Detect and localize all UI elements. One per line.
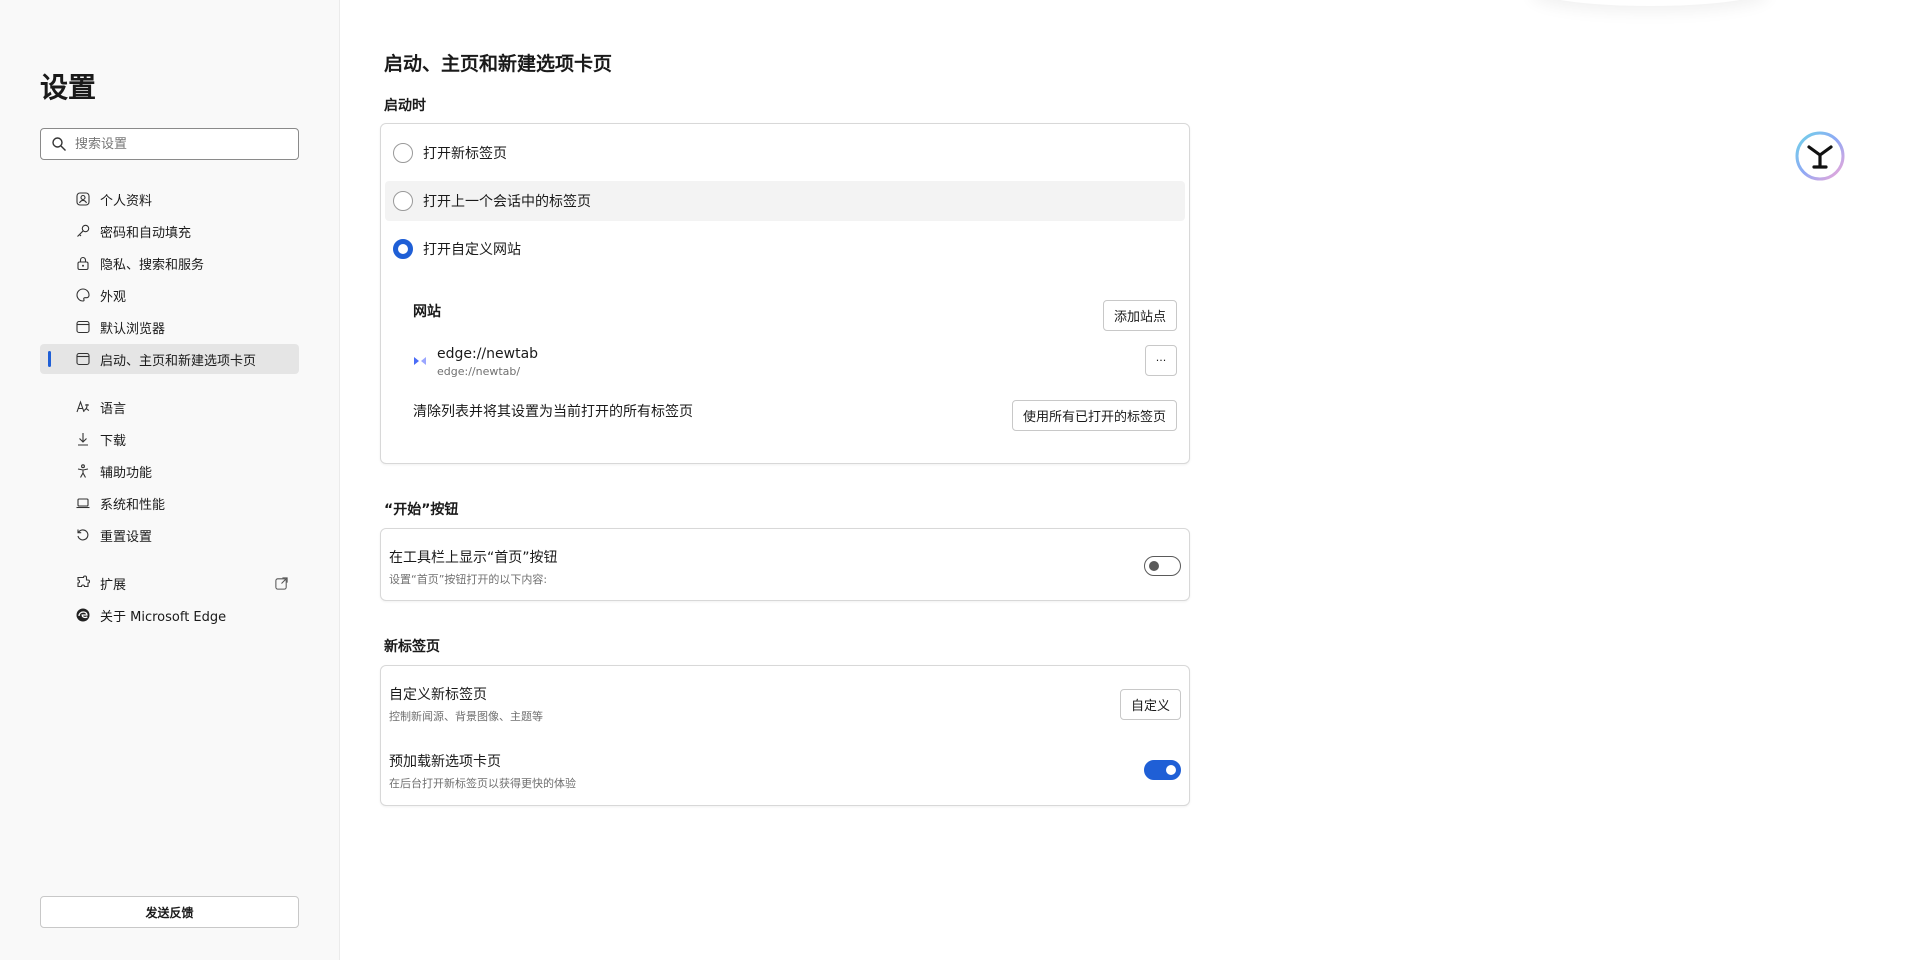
sidebar-item-default-browser[interactable]: 默认浏览器: [40, 312, 299, 342]
sidebar-title: 设置: [40, 71, 97, 104]
download-icon: [78, 433, 88, 446]
sidebar-item-startup-home-newtab[interactable]: 启动、主页和新建选项卡页: [40, 344, 299, 374]
site-name: edge://newtab: [437, 346, 539, 362]
startup-option-previous-session[interactable]: 打开上一个会话中的标签页: [385, 181, 1185, 221]
home-button-title: 在工具栏上显示“首页”按钮: [389, 550, 558, 566]
preload-new-tab-toggle[interactable]: [1144, 760, 1181, 780]
customize-new-tab-subtitle: 控制新闻源、背景图像、主题等: [389, 710, 543, 723]
toggle-knob: [1166, 765, 1176, 775]
use-open-tabs-button[interactable]: 使用所有已打开的标签页: [1011, 400, 1177, 431]
language-icon: [76, 400, 90, 413]
startup-card: 打开新标签页 打开上一个会话中的标签页 打开自定义网站 网站 添加站点 edge…: [380, 123, 1190, 464]
home-tabs-icon: [76, 352, 90, 366]
radio-button[interactable]: [393, 143, 413, 163]
sidebar-item-label: 系统和性能: [100, 497, 166, 513]
laptop-icon: [76, 498, 90, 509]
sites-label: 网站: [413, 304, 441, 320]
settings-sidebar: 设置 个人资料 密码和自动填充 隐私、搜索和服务 外观 默认浏览器 启动、主页和…: [0, 0, 340, 960]
sidebar-item-label: 外观: [100, 289, 127, 305]
browser-icon: [76, 320, 90, 334]
startup-option-custom-sites[interactable]: 打开自定义网站: [385, 229, 1185, 269]
sidebar-nav-group-2: 语言 下载 辅助功能 系统和性能 重置设置: [40, 392, 299, 552]
toggle-knob: [1149, 561, 1159, 571]
sidebar-nav-group-1: 个人资料 密码和自动填充 隐私、搜索和服务 外观 默认浏览器 启动、主页和新建选…: [40, 184, 299, 376]
sidebar-item-appearance[interactable]: 外观: [40, 280, 299, 310]
sidebar-item-languages[interactable]: 语言: [40, 392, 299, 422]
customize-new-tab-title: 自定义新标签页: [389, 687, 487, 703]
sidebar-item-system[interactable]: 系统和性能: [40, 488, 299, 518]
startup-option-label: 打开自定义网站: [423, 242, 521, 258]
startup-section-label: 启动时: [384, 98, 426, 114]
site-url: edge://newtab/: [437, 365, 521, 378]
radio-button-checked[interactable]: [393, 239, 413, 259]
search-input[interactable]: [75, 136, 295, 152]
sidebar-item-downloads[interactable]: 下载: [40, 424, 299, 454]
sidebar-item-label: 启动、主页和新建选项卡页: [100, 353, 257, 369]
sidebar-item-label: 语言: [100, 401, 127, 417]
lock-icon: [77, 256, 89, 271]
sidebar-item-accessibility[interactable]: 辅助功能: [40, 456, 299, 486]
sidebar-item-about[interactable]: 关于 Microsoft Edge: [40, 600, 299, 630]
sidebar-item-label: 个人资料: [100, 193, 153, 209]
send-feedback-button[interactable]: 发送反馈: [40, 896, 299, 928]
sidebar-item-label: 重置设置: [100, 529, 153, 545]
sidebar-item-label: 辅助功能: [100, 465, 153, 481]
new-tab-card: 自定义新标签页 控制新闻源、背景图像、主题等 自定义 预加载新选项卡页 在后台打…: [380, 665, 1190, 806]
sidebar-item-privacy[interactable]: 隐私、搜索和服务: [40, 248, 299, 278]
startup-option-label: 打开新标签页: [423, 146, 507, 162]
sidebar-item-passwords[interactable]: 密码和自动填充: [40, 216, 299, 246]
reset-icon: [77, 529, 89, 541]
sidebar-item-reset[interactable]: 重置设置: [40, 520, 299, 550]
sidebar-item-label: 默认浏览器: [100, 321, 166, 337]
home-button-section-label: “开始”按钮: [384, 502, 459, 518]
radio-button[interactable]: [393, 191, 413, 211]
page-title: 启动、主页和新建选项卡页: [384, 53, 613, 75]
search-box[interactable]: [40, 128, 299, 160]
sidebar-item-label: 隐私、搜索和服务: [100, 257, 205, 273]
settings-main: 启动、主页和新建选项卡页 启动时 打开新标签页 打开上一个会话中的标签页 打开自…: [340, 0, 1912, 960]
preload-new-tab-title: 预加载新选项卡页: [389, 754, 501, 770]
sidebar-item-label: 扩展: [100, 577, 127, 593]
newtab-site-icon: [414, 357, 426, 365]
sidebar-item-label: 下载: [100, 433, 127, 449]
home-button-card: 在工具栏上显示“首页”按钮 设置“首页”按钮打开的以下内容:: [380, 528, 1190, 601]
preload-new-tab-subtitle: 在后台打开新标签页以获得更快的体验: [389, 777, 576, 790]
sidebar-item-extensions[interactable]: 扩展: [40, 568, 299, 598]
home-button-toggle[interactable]: [1144, 556, 1181, 576]
palette-icon: [76, 288, 90, 302]
key-icon: [77, 224, 90, 237]
sidebar-item-label: 密码和自动填充: [100, 225, 192, 241]
external-link-icon: [275, 576, 288, 590]
site-more-button[interactable]: ···: [1145, 345, 1177, 376]
edge-logo-icon: [76, 608, 90, 622]
extensions-icon: [77, 575, 90, 588]
floating-assistant-icon[interactable]: [1794, 130, 1846, 182]
sidebar-item-profile[interactable]: 个人资料: [40, 184, 299, 214]
accessibility-icon: [77, 464, 89, 478]
new-tab-section-label: 新标签页: [384, 639, 440, 655]
home-button-subtitle: 设置“首页”按钮打开的以下内容:: [389, 573, 548, 586]
startup-option-label: 打开上一个会话中的标签页: [423, 194, 591, 210]
add-site-button[interactable]: 添加站点: [1102, 300, 1177, 331]
sidebar-item-label: 关于 Microsoft Edge: [100, 609, 227, 625]
startup-option-new-tab[interactable]: 打开新标签页: [385, 133, 1185, 173]
profile-icon: [76, 192, 90, 206]
sidebar-nav-group-3: 扩展 关于 Microsoft Edge: [40, 568, 299, 632]
clear-list-text: 清除列表并将其设置为当前打开的所有标签页: [413, 404, 693, 420]
customize-button[interactable]: 自定义: [1119, 689, 1181, 720]
search-icon: [52, 137, 66, 151]
